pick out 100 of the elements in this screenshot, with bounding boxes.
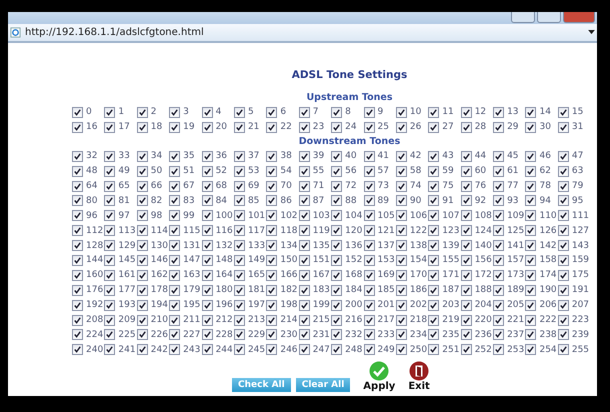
checkbox[interactable] xyxy=(558,150,569,162)
checkbox[interactable] xyxy=(136,166,148,177)
checkbox[interactable] xyxy=(460,270,472,281)
checkbox[interactable] xyxy=(525,329,536,340)
checkbox[interactable] xyxy=(364,210,375,222)
checkbox[interactable] xyxy=(460,106,472,118)
checkbox[interactable] xyxy=(331,300,342,311)
checkbox[interactable] xyxy=(202,329,213,340)
checkbox[interactable] xyxy=(493,284,504,296)
checkbox[interactable] xyxy=(72,122,83,133)
checkbox[interactable] xyxy=(364,270,375,281)
checkbox[interactable] xyxy=(331,225,342,236)
checkbox[interactable] xyxy=(298,329,310,340)
checkbox[interactable] xyxy=(396,344,407,356)
exit-button[interactable]: Exit xyxy=(408,361,430,392)
checkbox[interactable] xyxy=(234,106,245,118)
checkbox[interactable] xyxy=(525,210,536,222)
checkbox[interactable] xyxy=(72,225,83,236)
checkbox[interactable] xyxy=(234,284,245,296)
checkbox[interactable] xyxy=(428,166,440,177)
checkbox[interactable] xyxy=(364,122,375,133)
checkbox[interactable] xyxy=(364,314,375,326)
checkbox[interactable] xyxy=(298,122,310,133)
checkbox[interactable] xyxy=(72,150,83,162)
checkbox[interactable] xyxy=(364,150,375,162)
checkbox[interactable] xyxy=(234,254,245,266)
checkbox[interactable] xyxy=(104,270,116,281)
checkbox[interactable] xyxy=(525,254,536,266)
checkbox[interactable] xyxy=(525,284,536,296)
checkbox[interactable] xyxy=(72,270,83,281)
checkbox[interactable] xyxy=(234,270,245,281)
checkbox[interactable] xyxy=(104,166,116,177)
checkbox[interactable] xyxy=(136,284,148,296)
checkbox[interactable] xyxy=(234,329,245,340)
checkbox[interactable] xyxy=(364,240,375,252)
checkbox[interactable] xyxy=(396,329,407,340)
checkbox[interactable] xyxy=(364,344,375,356)
checkbox[interactable] xyxy=(558,314,569,326)
checkbox[interactable] xyxy=(136,300,148,311)
checkbox[interactable] xyxy=(298,195,310,206)
checkbox[interactable] xyxy=(460,150,472,162)
checkbox[interactable] xyxy=(493,166,504,177)
checkbox[interactable] xyxy=(72,195,83,206)
checkbox[interactable] xyxy=(460,254,472,266)
checkbox[interactable] xyxy=(104,122,116,133)
checkbox[interactable] xyxy=(136,180,148,192)
checkbox[interactable] xyxy=(558,166,569,177)
checkbox[interactable] xyxy=(234,300,245,311)
checkbox[interactable] xyxy=(169,166,180,177)
checkbox[interactable] xyxy=(266,225,278,236)
checkbox[interactable] xyxy=(104,106,116,118)
checkbox[interactable] xyxy=(331,344,342,356)
checkbox[interactable] xyxy=(72,344,83,356)
checkbox[interactable] xyxy=(396,210,407,222)
checkbox[interactable] xyxy=(202,254,213,266)
checkbox[interactable] xyxy=(298,300,310,311)
checkbox[interactable] xyxy=(428,150,440,162)
address-bar[interactable]: http://192.168.1.1/adslcfgtone.html xyxy=(8,24,597,43)
checkbox[interactable] xyxy=(525,122,536,133)
checkbox[interactable] xyxy=(202,270,213,281)
checkbox[interactable] xyxy=(266,329,278,340)
checkbox[interactable] xyxy=(266,270,278,281)
checkbox[interactable] xyxy=(104,314,116,326)
checkbox[interactable] xyxy=(525,225,536,236)
checkbox[interactable] xyxy=(396,122,407,133)
checkbox[interactable] xyxy=(525,270,536,281)
checkbox[interactable] xyxy=(493,150,504,162)
checkbox[interactable] xyxy=(136,150,148,162)
checkbox[interactable] xyxy=(104,225,116,236)
checkbox[interactable] xyxy=(298,254,310,266)
checkbox[interactable] xyxy=(234,240,245,252)
checkbox[interactable] xyxy=(460,122,472,133)
checkbox[interactable] xyxy=(558,106,569,118)
checkbox[interactable] xyxy=(169,254,180,266)
checkbox[interactable] xyxy=(266,254,278,266)
checkbox[interactable] xyxy=(266,150,278,162)
checkbox[interactable] xyxy=(460,300,472,311)
checkbox[interactable] xyxy=(266,240,278,252)
checkbox[interactable] xyxy=(234,166,245,177)
checkbox[interactable] xyxy=(331,254,342,266)
checkbox[interactable] xyxy=(234,180,245,192)
checkbox[interactable] xyxy=(202,344,213,356)
checkbox[interactable] xyxy=(558,210,569,222)
checkbox[interactable] xyxy=(104,180,116,192)
checkbox[interactable] xyxy=(428,329,440,340)
checkbox[interactable] xyxy=(558,284,569,296)
checkbox[interactable] xyxy=(558,254,569,266)
checkbox[interactable] xyxy=(396,240,407,252)
checkbox[interactable] xyxy=(136,195,148,206)
checkbox[interactable] xyxy=(428,122,440,133)
checkbox[interactable] xyxy=(493,225,504,236)
checkbox[interactable] xyxy=(72,240,83,252)
checkbox[interactable] xyxy=(396,106,407,118)
checkbox[interactable] xyxy=(169,270,180,281)
checkbox[interactable] xyxy=(202,284,213,296)
checkbox[interactable] xyxy=(428,225,440,236)
checkbox[interactable] xyxy=(202,314,213,326)
checkbox[interactable] xyxy=(202,106,213,118)
checkbox[interactable] xyxy=(364,225,375,236)
checkbox[interactable] xyxy=(104,195,116,206)
